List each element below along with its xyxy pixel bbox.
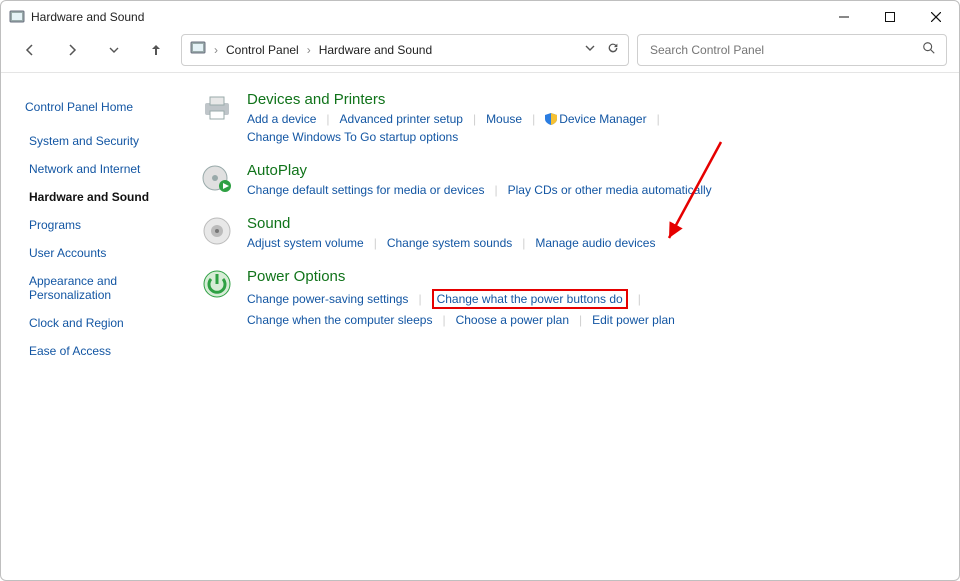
link-power-saving[interactable]: Change power-saving settings — [247, 292, 408, 306]
link-system-sounds[interactable]: Change system sounds — [387, 236, 512, 250]
sidebar-item-appearance[interactable]: Appearance and Personalization — [29, 274, 169, 302]
address-dropdown-icon[interactable] — [584, 42, 596, 57]
forward-button[interactable] — [55, 34, 89, 66]
link-choose-plan[interactable]: Choose a power plan — [456, 313, 569, 327]
link-autoplay-defaults[interactable]: Change default settings for media or dev… — [247, 183, 484, 197]
link-device-manager[interactable]: Device Manager — [559, 112, 646, 126]
address-icon — [190, 40, 206, 59]
power-icon — [201, 268, 233, 300]
autoplay-icon — [201, 162, 233, 194]
breadcrumb-root[interactable]: Control Panel — [226, 43, 299, 57]
sidebar-item-system-security[interactable]: System and Security — [29, 134, 169, 148]
sidebar: Control Panel Home System and Security N… — [1, 73, 181, 580]
sidebar-item-programs[interactable]: Programs — [29, 218, 169, 232]
sidebar-item-clock-region[interactable]: Clock and Region — [29, 316, 169, 330]
link-windows-to-go[interactable]: Change Windows To Go startup options — [247, 130, 458, 144]
nav-bar: › Control Panel › Hardware and Sound — [1, 33, 959, 73]
sidebar-item-user-accounts[interactable]: User Accounts — [29, 246, 169, 260]
chevron-right-icon[interactable]: › — [307, 43, 311, 57]
speaker-icon — [201, 215, 233, 247]
link-adjust-volume[interactable]: Adjust system volume — [247, 236, 364, 250]
sidebar-item-network[interactable]: Network and Internet — [29, 162, 169, 176]
link-manage-audio[interactable]: Manage audio devices — [535, 236, 655, 250]
close-button[interactable] — [913, 1, 959, 33]
section-title-power[interactable]: Power Options — [247, 268, 345, 285]
maximize-button[interactable] — [867, 1, 913, 33]
link-edit-plan[interactable]: Edit power plan — [592, 313, 675, 327]
link-advanced-printer[interactable]: Advanced printer setup — [340, 112, 463, 126]
content-area: Control Panel Home System and Security N… — [1, 73, 959, 580]
address-bar[interactable]: › Control Panel › Hardware and Sound — [181, 34, 629, 66]
search-input[interactable] — [648, 42, 908, 58]
search-box[interactable] — [637, 34, 947, 66]
link-add-device[interactable]: Add a device — [247, 112, 316, 126]
section-title-autoplay[interactable]: AutoPlay — [247, 162, 307, 179]
chevron-right-icon[interactable]: › — [214, 43, 218, 57]
link-mouse[interactable]: Mouse — [486, 112, 522, 126]
section-sound: Sound Adjust system volume| Change syste… — [201, 215, 939, 250]
main-panel: Devices and Printers Add a device| Advan… — [181, 73, 959, 580]
minimize-button[interactable] — [821, 1, 867, 33]
section-title-sound[interactable]: Sound — [247, 215, 290, 232]
search-icon[interactable] — [922, 41, 936, 58]
section-title-devices[interactable]: Devices and Printers — [247, 91, 385, 108]
link-autoplay-play[interactable]: Play CDs or other media automatically — [508, 183, 712, 197]
sidebar-item-ease-access[interactable]: Ease of Access — [29, 344, 169, 358]
link-computer-sleeps[interactable]: Change when the computer sleeps — [247, 313, 432, 327]
up-button[interactable] — [139, 34, 173, 66]
control-panel-window: Hardware and Sound › Control Panel › Har… — [0, 0, 960, 581]
breadcrumb-current[interactable]: Hardware and Sound — [319, 43, 432, 57]
back-button[interactable] — [13, 34, 47, 66]
titlebar: Hardware and Sound — [1, 1, 959, 33]
recent-dropdown[interactable] — [97, 34, 131, 66]
section-power: Power Options Change power-saving settin… — [201, 268, 939, 327]
app-icon — [9, 9, 25, 25]
window-title: Hardware and Sound — [31, 10, 144, 24]
printer-icon — [201, 91, 233, 123]
section-devices: Devices and Printers Add a device| Advan… — [201, 91, 939, 144]
section-autoplay: AutoPlay Change default settings for med… — [201, 162, 939, 197]
sidebar-home-link[interactable]: Control Panel Home — [25, 100, 169, 114]
refresh-icon[interactable] — [606, 41, 620, 58]
annotation-highlight: Change what the power buttons do — [432, 289, 628, 309]
link-power-buttons[interactable]: Change what the power buttons do — [437, 292, 623, 306]
sidebar-item-hardware-sound[interactable]: Hardware and Sound — [29, 190, 169, 204]
shield-icon — [545, 113, 557, 125]
